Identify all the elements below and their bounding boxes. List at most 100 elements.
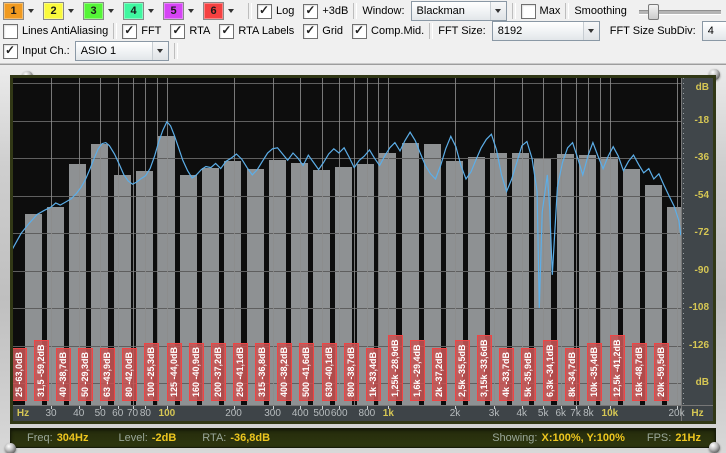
channel-2-dropdown-arrow-icon[interactable] (64, 3, 78, 19)
fft-subdiv-select[interactable]: 4 (702, 21, 726, 41)
channel-5-button[interactable]: 5 (163, 2, 198, 20)
x-axis-tick (145, 406, 146, 409)
x-axis-label: 10k (602, 408, 619, 420)
plus3db-label: +3dB (322, 5, 348, 17)
x-axis-tick (494, 406, 495, 409)
x-axis-label: 3k (489, 408, 500, 420)
plus3db-checkbox[interactable]: +3dB (303, 4, 348, 19)
channel-2-label[interactable]: 2 (43, 2, 64, 20)
checkbox-box[interactable] (170, 24, 185, 39)
comp-mid-checkbox[interactable]: Comp.Mid. (352, 24, 424, 39)
channel-4-dropdown-arrow-icon[interactable] (144, 3, 158, 19)
lines-antialiasing-checkbox[interactable]: Lines AntiAliasing (3, 24, 108, 39)
lines-antialiasing-label: Lines AntiAliasing (22, 25, 108, 37)
x-axis-label: Hz (17, 408, 29, 420)
input-ch-checkbox[interactable]: Input Ch.: (3, 44, 70, 59)
x-axis-label: 60 (112, 408, 123, 420)
x-axis-tick (79, 406, 80, 409)
rta-labels-checkbox[interactable]: RTA Labels (219, 24, 294, 39)
fft-line (13, 122, 681, 308)
channel-2-button[interactable]: 2 (43, 2, 78, 20)
channel-5-dropdown-arrow-icon[interactable] (184, 3, 198, 19)
level-label: Level: (118, 432, 147, 444)
checkbox-box[interactable] (257, 4, 272, 19)
x-axis-label: 40 (73, 408, 84, 420)
window-select[interactable]: Blackman (411, 1, 507, 21)
fft-checkbox[interactable]: FFT (122, 24, 161, 39)
x-axis-label: 8k (583, 408, 594, 420)
status-fps: FPS:21Hz (647, 432, 701, 444)
x-axis-tick (522, 406, 523, 409)
channel-3-dropdown-arrow-icon[interactable] (104, 3, 118, 19)
x-axis-label: 80 (140, 408, 151, 420)
input-ch-select[interactable]: ASIO 1 (75, 41, 169, 61)
x-axis-label: 4k (516, 408, 527, 420)
max-checkbox[interactable]: Max (521, 4, 561, 19)
fft-size-select[interactable]: 8192 (492, 21, 600, 41)
x-axis-tick (367, 406, 368, 409)
x-axis-label: 20k (668, 408, 684, 420)
smoothing-slider[interactable] (639, 3, 721, 19)
checkbox-box[interactable] (303, 4, 318, 19)
x-axis-label: 800 (359, 408, 376, 420)
spectrum-analyzer-window: 1 2 3 4 5 6 Log +3dB Window: Blackman Ma… (0, 0, 726, 453)
grid-label: Grid (322, 25, 343, 37)
channel-5-label[interactable]: 5 (163, 2, 184, 20)
grid-checkbox[interactable]: Grid (303, 24, 343, 39)
x-axis-tick (543, 406, 544, 409)
toolbar-separator (174, 43, 178, 59)
channel-1-label[interactable]: 1 (3, 2, 24, 20)
fft-size-label: FFT Size: (438, 25, 485, 37)
x-axis-tick (588, 406, 589, 409)
checkbox-box[interactable] (521, 4, 536, 19)
checkbox-box[interactable] (352, 24, 367, 39)
rta-readout-value: -36,8dB (230, 432, 270, 444)
y-axis-label: dB (696, 377, 709, 388)
x-axis-tick (576, 406, 577, 409)
rta-checkbox[interactable]: RTA (170, 24, 210, 39)
channel-1-button[interactable]: 1 (3, 2, 38, 20)
chevron-down-icon[interactable] (490, 2, 506, 20)
x-axis-tick (133, 406, 134, 409)
analyzer-panel: 25 -63,0dB31,5 -59,2dB40 -38,7dB50 -29,3… (0, 64, 726, 453)
freq-label: Freq: (27, 432, 53, 444)
x-axis-tick (234, 406, 235, 409)
level-value: -2dB (152, 432, 176, 444)
chevron-down-icon[interactable] (152, 42, 168, 60)
slider-thumb[interactable] (648, 4, 659, 20)
x-axis-label: 50 (95, 408, 106, 420)
window-value: Blackman (412, 5, 490, 17)
status-rta: RTA:-36,8dB (202, 432, 270, 444)
y-axis-label: -54 (695, 190, 709, 201)
channel-4-button[interactable]: 4 (123, 2, 158, 20)
log-checkbox[interactable]: Log (257, 4, 294, 19)
y-axis-label: -90 (695, 265, 709, 276)
channel-4-label[interactable]: 4 (123, 2, 144, 20)
x-axis-tick (677, 406, 678, 409)
fft-label: FFT (141, 25, 161, 37)
checkbox-box[interactable] (3, 24, 18, 39)
y-axis-label: -36 (695, 152, 709, 163)
spectrum-plot[interactable]: 25 -63,0dB31,5 -59,2dB40 -38,7dB50 -29,3… (13, 78, 681, 405)
y-axis-label: -108 (689, 302, 709, 313)
chevron-down-icon[interactable] (583, 22, 599, 40)
checkbox-box[interactable] (219, 24, 234, 39)
comp-mid-label: Comp.Mid. (371, 25, 424, 37)
channel-1-dropdown-arrow-icon[interactable] (24, 3, 38, 19)
channel-3-button[interactable]: 3 (83, 2, 118, 20)
checkbox-box[interactable] (303, 24, 318, 39)
y-axis-label: -126 (689, 340, 709, 351)
y-axis-label: dB (696, 82, 709, 93)
fft-subdiv-label: FFT Size SubDiv: (610, 25, 696, 37)
toolbar-row-1: 1 2 3 4 5 6 Log +3dB Window: Blackman Ma… (0, 1, 726, 21)
channel-6-dropdown-arrow-icon[interactable] (224, 3, 238, 19)
x-axis-label: 500 (313, 408, 330, 420)
checkbox-box[interactable] (122, 24, 137, 39)
channel-6-button[interactable]: 6 (203, 2, 238, 20)
channel-3-label[interactable]: 3 (83, 2, 104, 20)
window-label: Window: (362, 5, 404, 17)
checkbox-box[interactable] (3, 44, 18, 59)
toolbar-row-3: Input Ch.: ASIO 1 (0, 41, 726, 61)
x-axis-tick (51, 406, 52, 409)
channel-6-label[interactable]: 6 (203, 2, 224, 20)
